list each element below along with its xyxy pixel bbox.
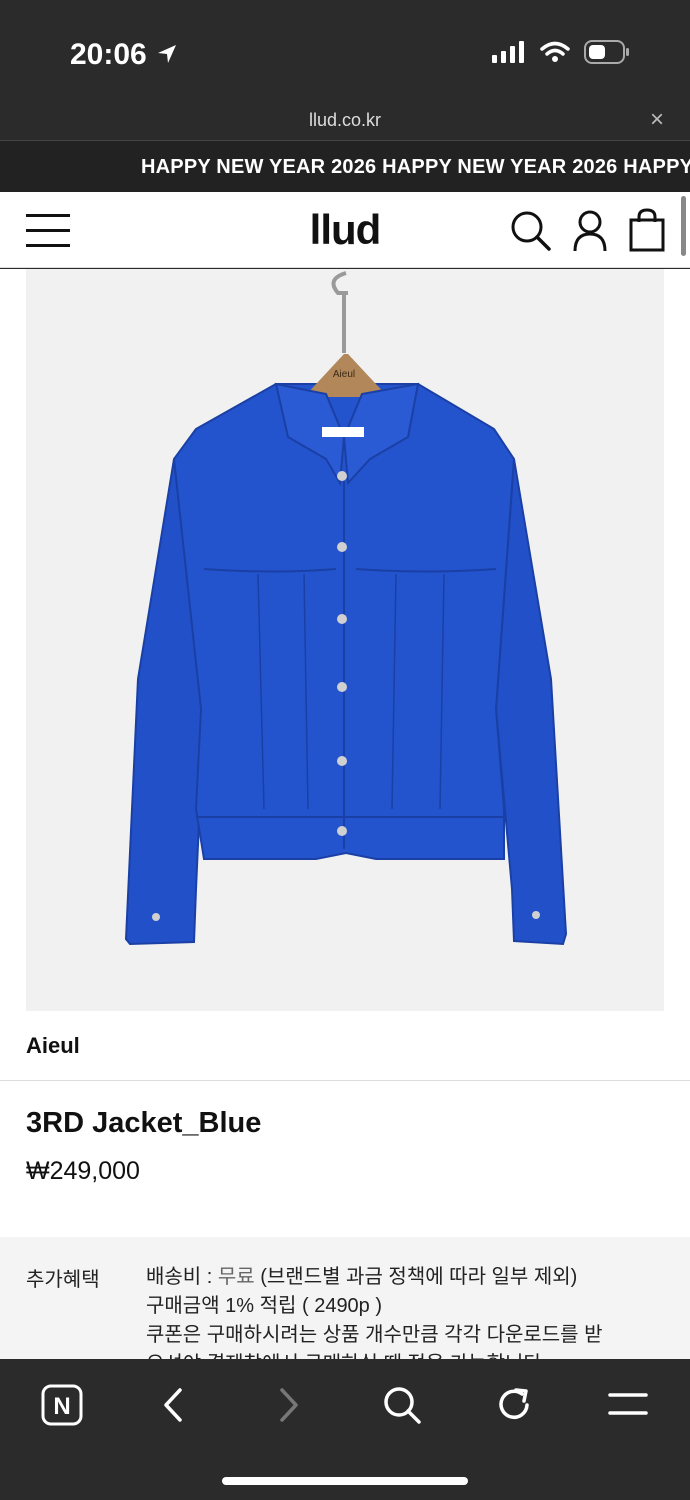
shopping-bag-icon[interactable]	[626, 208, 670, 252]
product-detail: Aieul Aieul 3RD Jacket_Blue ₩249,000 추가혜…	[0, 269, 690, 1359]
location-arrow-icon	[158, 45, 177, 63]
browser-toolbar: N	[0, 1359, 690, 1500]
site-header: llud	[0, 192, 690, 268]
benefits-details: 배송비 : 무료 (브랜드별 과금 정책에 따라 일부 제외) 구매금액 1% …	[146, 1263, 603, 1359]
forward-icon[interactable]	[264, 1381, 312, 1429]
snap-button	[337, 542, 347, 552]
snap-button	[337, 826, 347, 836]
benefits-section: 추가혜택 배송비 : 무료 (브랜드별 과금 정책에 따라 일부 제외) 구매금…	[0, 1237, 690, 1359]
snap-button	[337, 756, 347, 766]
status-bar: 20:06 llud.co.kr ×	[0, 0, 690, 133]
back-icon[interactable]	[150, 1381, 198, 1429]
clock-text: 20:06	[70, 38, 147, 71]
shipping-value: 무료	[217, 1266, 255, 1288]
banner-text: HAPPY NEW YEAR 2026 HAPPY NEW YEAR 2026 …	[141, 156, 690, 178]
home-indicator[interactable]	[222, 1477, 468, 1485]
naver-n-icon[interactable]: N	[38, 1381, 86, 1429]
reload-icon[interactable]	[490, 1381, 538, 1429]
jacket-illustration: Aieul	[124, 271, 568, 946]
points-line: 구매금액 1% 적립 ( 2490p )	[146, 1295, 383, 1317]
svg-text:N: N	[53, 1393, 70, 1420]
hanger-hook	[331, 271, 348, 353]
promo-banner[interactable]: HAPPY NEW YEAR 2026 HAPPY NEW YEAR 2026 …	[0, 140, 690, 192]
hanger-tag-text: Aieul	[333, 369, 355, 380]
coupon-line: 으셔야 결제창에서 구매하실 때 적용 가능합니다.	[146, 1350, 603, 1359]
address-bar-url[interactable]: llud.co.kr	[0, 110, 690, 131]
snap-button	[337, 682, 347, 692]
account-icon[interactable]	[568, 208, 612, 252]
shipping-note: (브랜드별 과금 정책에 따라 일부 제외)	[254, 1266, 578, 1288]
shipping-prefix: 배송비 :	[146, 1266, 218, 1288]
signal-icon	[492, 41, 524, 63]
status-icons	[492, 40, 630, 64]
brand-name[interactable]: Aieul	[26, 1033, 80, 1059]
close-icon[interactable]: ×	[650, 106, 664, 134]
cuff-button	[532, 911, 540, 919]
snap-button	[337, 614, 347, 624]
product-price: ₩249,000	[26, 1157, 140, 1185]
neck-label	[322, 427, 364, 437]
divider	[0, 1080, 690, 1081]
scroll-indicator[interactable]	[681, 196, 686, 256]
status-time: 20:06	[70, 38, 179, 72]
coupon-line: 쿠폰은 구매하시려는 상품 개수만큼 각각 다운로드를 받	[146, 1324, 603, 1346]
battery-icon	[584, 40, 629, 64]
benefits-label: 추가혜택	[26, 1269, 100, 1291]
cuff-button	[152, 913, 160, 921]
snap-button	[337, 471, 347, 481]
search-icon[interactable]	[378, 1381, 426, 1429]
shipping-line: 배송비 : 무료 (브랜드별 과금 정책에 따라 일부 제외)	[146, 1263, 603, 1292]
search-icon[interactable]	[508, 208, 552, 252]
product-title: 3RD Jacket_Blue	[26, 1107, 262, 1139]
menu-icon[interactable]	[604, 1381, 652, 1429]
product-image[interactable]: Aieul	[26, 269, 664, 1011]
naver-n-glyph: N	[41, 1384, 83, 1426]
wifi-icon	[540, 41, 570, 62]
